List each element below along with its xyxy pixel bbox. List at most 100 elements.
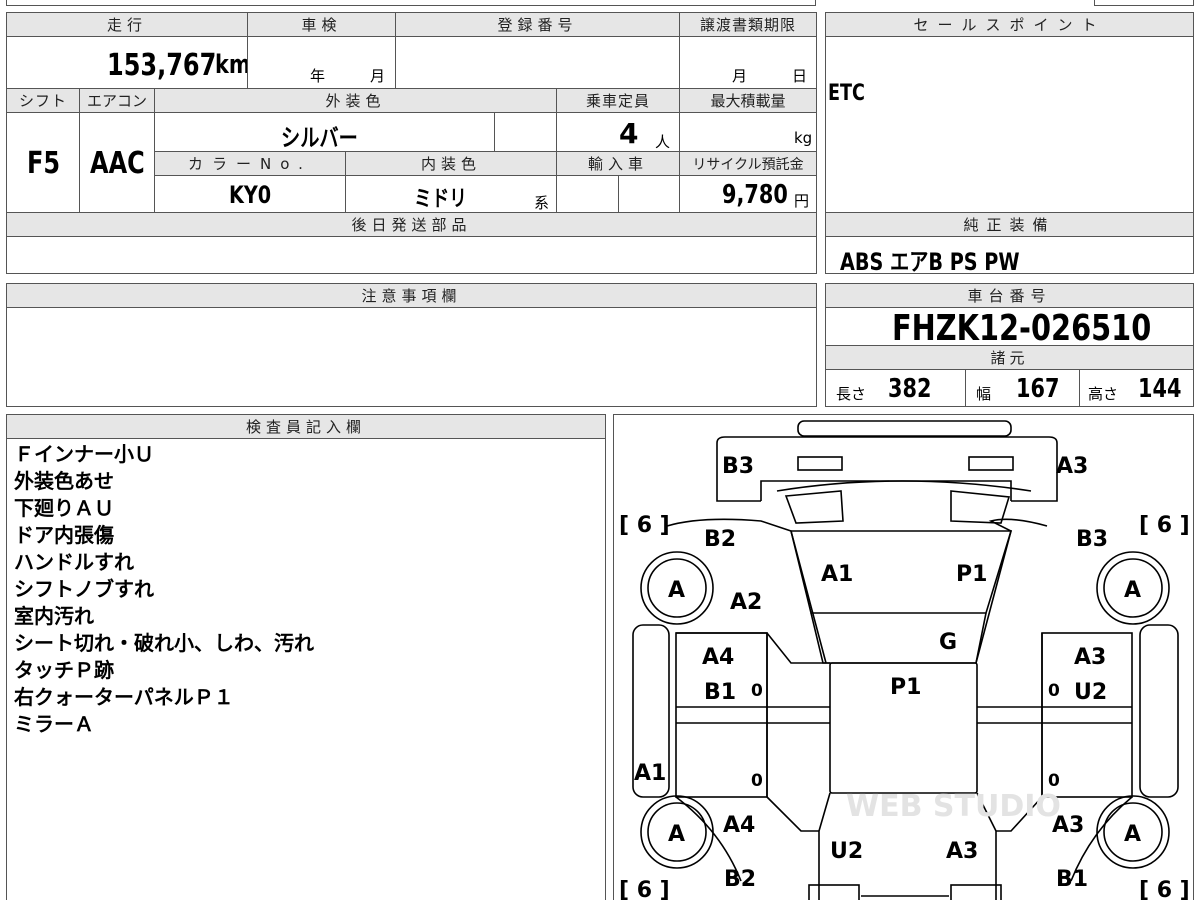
capacity-header: 乗車定員 (556, 88, 680, 113)
recycle-header: リサイクル預託金 (679, 151, 817, 176)
registration-header: 登録番号 (395, 12, 680, 37)
shift-value: F5 (27, 146, 61, 181)
code-left-front-door-top: A4 (702, 645, 734, 670)
note-line: シート切れ・破れ小、しわ、汚れ (14, 631, 314, 655)
code-roof: P1 (890, 675, 921, 700)
tire-size-fl: [ 6 ] (619, 513, 670, 538)
inspector-notes: Ｆインナー小Ｕ 外装色あせ 下廻りＡＵ ドア内張傷 ハンドルすれ シフトノブすれ… (6, 438, 606, 900)
note-line: ドア内張傷 (14, 523, 114, 547)
aircon-header: エアコン (79, 88, 155, 113)
tire-grade-rl: A (668, 822, 685, 847)
max-load-cell: kg (679, 112, 817, 152)
code-windshield-right: P1 (956, 562, 987, 587)
tire-size-rr: [ 6 ] (1139, 878, 1190, 900)
code-left-front-fender: B2 (704, 527, 736, 552)
tire-grade-fr: A (1124, 578, 1141, 603)
specs-header: 諸元 (825, 345, 1194, 370)
code-left-front-lower: A2 (730, 590, 762, 615)
specs-height-cell: 高さ 144 (1079, 369, 1194, 407)
interior-color-cell: ミドリ 系 (345, 175, 557, 213)
code-front-left: B3 (722, 454, 754, 479)
import-header: 輸入車 (556, 151, 680, 176)
code-rear-right: A3 (946, 839, 978, 864)
inspection-header: 車検 (247, 12, 396, 37)
exterior-color-value: シルバー (281, 124, 358, 152)
later-parts-header: 後日発送部品 (6, 212, 817, 237)
mileage-cell: 153,767 km (6, 36, 248, 89)
exterior-color-extra-cell (494, 112, 557, 152)
note-line: ハンドルすれ (14, 550, 134, 574)
code-right-front-door-top: A3 (1074, 645, 1106, 670)
max-load-unit: kg (794, 129, 813, 147)
specs-height-value: 144 (1138, 374, 1182, 404)
genuine-equipment-value: ABS エアB PS PW (840, 248, 1020, 274)
specs-length-label: 長さ (836, 385, 867, 403)
interior-color-header: 内装色 (345, 151, 557, 176)
sale-points-cell: ETC (825, 36, 1194, 213)
note-line: 下廻りＡＵ (14, 496, 114, 520)
interior-color-value: ミドリ (414, 187, 467, 212)
inspection-year-unit: 年 (310, 67, 326, 85)
top-strip-right (1094, 0, 1194, 6)
capacity-value: 4 (619, 117, 639, 150)
genuine-equipment-header: 純正装備 (825, 212, 1194, 237)
transfer-day-unit: 日 (792, 67, 808, 85)
note-line: 室内汚れ (14, 604, 94, 628)
aircon-value: AAC (90, 146, 145, 181)
max-load-header: 最大積載量 (679, 88, 817, 113)
exterior-color-cell: シルバー (154, 112, 495, 152)
chassis-cell: FHZK12-026510 (825, 307, 1194, 346)
specs-length-value: 382 (888, 374, 932, 404)
code-left-rear-quarter: A4 (723, 813, 755, 838)
inspection-month-unit: 月 (370, 67, 386, 85)
transfer-deadline-header: 譲渡書類期限 (679, 12, 817, 37)
transfer-month-unit: 月 (732, 67, 748, 85)
tire-grade-rr: A (1124, 822, 1141, 847)
registration-cell (395, 36, 680, 89)
tire-grade-fl: A (668, 578, 685, 603)
genuine-equipment-cell: ABS エアB PS PW (825, 236, 1194, 274)
code-left-front-door: B1 (704, 680, 736, 705)
sale-points-value: ETC (828, 81, 865, 106)
code-rear-left-bumper: B2 (724, 867, 756, 892)
zero-marker-rf: 0 (1048, 681, 1060, 701)
chassis-value: FHZK12-026510 (892, 308, 1152, 346)
interior-color-suffix: 系 (534, 194, 550, 212)
sale-points-header: セールスポイント (825, 12, 1194, 37)
tire-size-fr: [ 6 ] (1139, 513, 1190, 538)
code-windshield-left: A1 (821, 562, 853, 587)
note-line: ミラーＡ (14, 712, 94, 736)
code-right-front-door: U2 (1074, 680, 1107, 705)
watermark-text: WEB STUDIO (846, 789, 1061, 824)
import-cell-b (618, 175, 680, 213)
car-diagram-box: [ 6 ] [ 6 ] [ 6 ] [ 6 ] A A A A B3 A3 B2… (613, 414, 1194, 900)
import-cell-a (556, 175, 619, 213)
code-front-right: A3 (1056, 454, 1088, 479)
recycle-unit: 円 (794, 192, 810, 210)
color-no-cell: KY0 (154, 175, 346, 213)
recycle-cell: 9,780 円 (679, 175, 817, 213)
inspector-header: 検査員記入欄 (6, 414, 606, 439)
transfer-deadline-cell: 月 日 (679, 36, 817, 89)
capacity-unit: 人 (655, 133, 671, 151)
top-strip-left (6, 0, 816, 6)
color-no-value: KY0 (229, 181, 272, 209)
code-hood-rear: G (939, 630, 957, 655)
zero-marker-lr: 0 (751, 771, 763, 791)
shift-cell: F5 (6, 112, 80, 213)
shift-header: シフト (6, 88, 80, 113)
exterior-color-header: 外装色 (154, 88, 557, 113)
code-right-front-fender: B3 (1076, 527, 1108, 552)
caution-header: 注意事項欄 (6, 283, 817, 308)
aircon-cell: AAC (79, 112, 155, 213)
recycle-value: 9,780 (722, 180, 788, 210)
code-left-rocker: A1 (634, 761, 666, 786)
capacity-cell: 4 人 (556, 112, 680, 152)
note-line: タッチＰ跡 (14, 658, 114, 682)
code-rear-right-bumper: B1 (1056, 867, 1088, 892)
code-rear-left: U2 (830, 839, 863, 864)
color-no-header: カラーNo. (154, 151, 346, 176)
note-line: シフトノブすれ (14, 577, 154, 601)
mileage-unit: km (215, 50, 248, 80)
zero-marker-rr: 0 (1048, 771, 1060, 791)
